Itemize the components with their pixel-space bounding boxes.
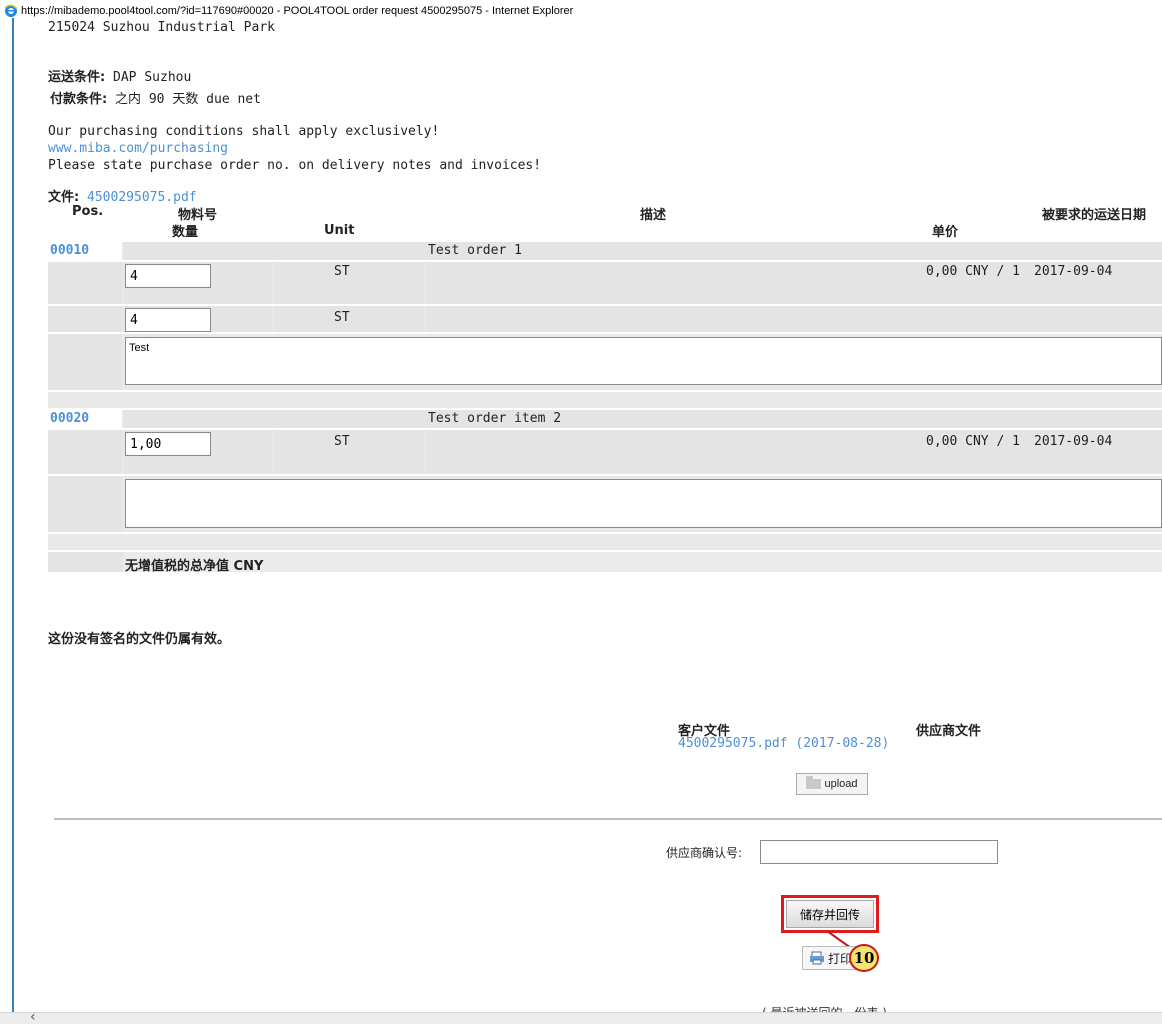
step-number-badge: 10 xyxy=(849,944,879,972)
header-requested-date: 被要求的运送日期 xyxy=(1042,208,1147,223)
item-1-header-row xyxy=(48,242,1162,260)
item-2-quantity-input[interactable]: 1,00 xyxy=(125,432,211,456)
item-1-date: 2017-09-04 xyxy=(1034,264,1113,279)
window-left-border xyxy=(12,18,14,1018)
header-description: 描述 xyxy=(640,208,667,223)
section-divider xyxy=(54,818,1162,820)
file-label: 文件: xyxy=(48,190,80,205)
shipping-terms-value: DAP Suzhou xyxy=(105,70,192,85)
file-pdf-link[interactable]: 4500295075.pdf xyxy=(87,190,197,205)
item-2-price: 0,00 CNY / 1 xyxy=(926,434,1020,449)
item-1-pos[interactable]: 00010 xyxy=(50,243,89,258)
unsigned-valid-note: 这份没有签名的文件仍属有效。 xyxy=(48,632,231,647)
header-pos: Pos. xyxy=(72,204,104,219)
supplier-confirmation-input[interactable] xyxy=(760,840,998,864)
header-unit-price: 单价 xyxy=(932,225,959,240)
item-2-header-row xyxy=(48,410,1162,428)
supplier-confirmation-label: 供应商确认号: xyxy=(666,846,743,860)
total-net-label: 无增值税的总净值 CNY xyxy=(125,559,264,574)
header-unit: Unit xyxy=(324,223,355,238)
item-2-date: 2017-09-04 xyxy=(1034,434,1113,449)
item-2-unit: ST xyxy=(334,434,350,449)
folder-icon xyxy=(806,776,822,789)
item-1-description: Test order 1 xyxy=(428,243,522,258)
item-1-price: 0,00 CNY / 1 xyxy=(926,264,1020,279)
supplier-files-header: 供应商文件 xyxy=(916,724,982,739)
file-line: 文件: 4500295075.pdf xyxy=(48,186,197,205)
conditions-line-1: Our purchasing conditions shall apply ex… xyxy=(48,124,440,139)
horizontal-scrollbar[interactable]: ‹ xyxy=(0,1009,1162,1025)
item-2-spacer-row xyxy=(48,534,1162,550)
item-1-spacer-row xyxy=(48,392,1162,408)
header-quantity: 数量 xyxy=(172,225,199,240)
shipping-terms-label: 运送条件: xyxy=(48,70,106,85)
purchasing-link[interactable]: www.miba.com/purchasing xyxy=(48,141,228,156)
item-1-quantity-input[interactable]: 4 xyxy=(125,264,211,288)
item-1-unit: ST xyxy=(334,264,350,279)
internet-explorer-icon xyxy=(4,4,18,17)
payment-terms: 付款条件: 之内 90 天数 due net xyxy=(50,88,261,107)
customer-file-link[interactable]: 4500295075.pdf (2017-08-28) xyxy=(678,736,889,751)
upload-button[interactable]: upload xyxy=(796,773,868,795)
window-title: https://mibademo.pool4tool.com/?id=11769… xyxy=(21,5,574,17)
upload-label: upload xyxy=(824,778,858,790)
item-2-pos[interactable]: 00020 xyxy=(50,411,89,426)
scroll-left-icon[interactable]: ‹ xyxy=(30,1009,36,1025)
shipping-terms: 运送条件: DAP Suzhou xyxy=(48,66,191,85)
highlight-box xyxy=(781,895,879,933)
item-1-note-textarea[interactable]: Test xyxy=(125,337,1162,385)
item-1-unit2: ST xyxy=(334,310,350,325)
address-line: 215024 Suzhou Industrial Park xyxy=(48,20,275,35)
item-1-qty2-row xyxy=(48,306,1162,332)
conditions-line-2: Please state purchase order no. on deliv… xyxy=(48,158,542,173)
item-1-quantity2-input[interactable]: 4 xyxy=(125,308,211,332)
payment-terms-value: 之内 90 天数 due net xyxy=(107,92,261,107)
item-2-note-textarea[interactable] xyxy=(125,479,1162,528)
payment-terms-label: 付款条件: xyxy=(50,92,108,107)
item-2-description: Test order item 2 xyxy=(428,411,562,426)
printer-icon xyxy=(810,951,824,965)
